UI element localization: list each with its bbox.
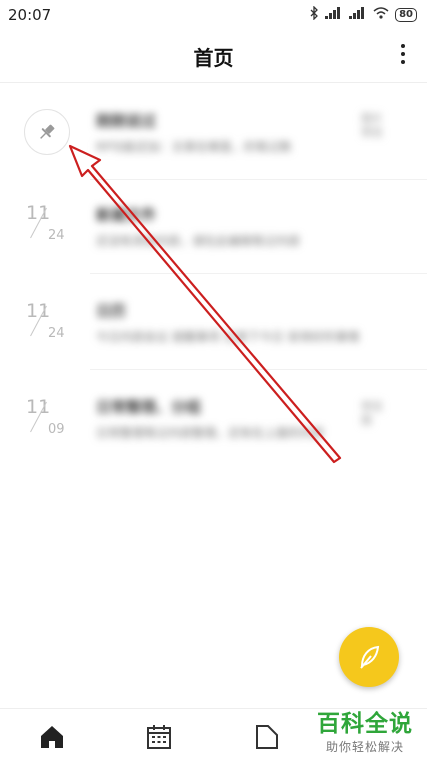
note-date-day: 24 — [48, 228, 65, 243]
bluetooth-icon — [310, 5, 319, 23]
note-date: 11 24 — [22, 200, 78, 260]
app-bar: 首页 — [0, 30, 427, 83]
note-title: 日常整理、分组 — [96, 398, 202, 416]
note-thumbnail: 图片 预览 — [361, 112, 383, 139]
note-snippet: 日常整理笔记内容整理，还有在上面的内容 — [96, 426, 325, 440]
list-item[interactable]: 11 24 日历 今日内容会议 提醒事项 记录下今日 安排好的事情 — [0, 278, 427, 370]
wifi-icon — [373, 7, 389, 22]
pin-icon[interactable] — [24, 109, 70, 155]
home-icon[interactable] — [38, 723, 66, 751]
list-item[interactable]: 11 09 日常整理、分组 日常整理笔记内容整理，还有在上面的内容 预览 图 — [0, 374, 427, 466]
status-bar: 20:07 80 — [0, 0, 427, 30]
battery-icon: 80 — [395, 7, 417, 22]
divider — [90, 369, 427, 370]
note-thumbnail: 预览 图 — [361, 400, 383, 427]
signal-icon — [325, 7, 343, 22]
more-options-icon[interactable] — [393, 40, 413, 68]
note-snippet: RP功能还加：文章在哪里，的笔记数 — [96, 140, 292, 154]
page-title: 首页 — [193, 46, 234, 70]
note-date-day: 09 — [48, 422, 65, 437]
list-item[interactable]: 11 24 新建文件 还没有添加内容，请在此编辑笔记内容 — [0, 182, 427, 274]
divider — [90, 273, 427, 274]
note-snippet: 今日内容会议 提醒事项 记录下今日 安排好的事情 — [96, 330, 360, 344]
list-item[interactable]: 刚刚说过 RP功能还加：文章在哪里，的笔记数 图片 预览 — [0, 88, 427, 180]
note-snippet: 还没有添加内容，请在此编辑笔记内容 — [96, 234, 301, 248]
new-note-button[interactable] — [339, 627, 399, 687]
note-date: 11 24 — [22, 298, 78, 358]
divider — [90, 179, 427, 180]
note-title: 刚刚说过 — [96, 112, 157, 130]
note-title: 新建文件 — [96, 206, 157, 224]
status-icons: 80 — [310, 5, 417, 23]
note-date-day: 24 — [48, 326, 65, 341]
note-title: 日历 — [96, 302, 127, 320]
folder-icon[interactable] — [253, 723, 281, 751]
status-time: 20:07 — [8, 6, 52, 24]
note-date: 11 09 — [22, 394, 78, 454]
signal-icon-2 — [349, 7, 367, 22]
watermark-title: 百科全说 — [317, 711, 413, 737]
watermark-subtitle: 助你轻松解决 — [325, 740, 404, 754]
watermark: 百科全说 助你轻松解决 — [317, 704, 413, 755]
feather-icon — [360, 645, 380, 669]
calendar-icon[interactable] — [145, 723, 173, 751]
